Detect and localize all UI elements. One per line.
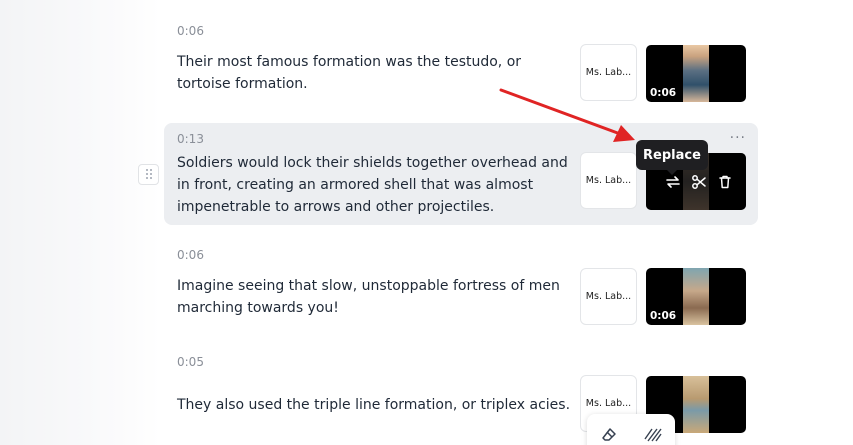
- thumbnail-image: [683, 376, 709, 433]
- replace-icon[interactable]: [664, 173, 682, 191]
- pattern-icon[interactable]: [644, 426, 662, 444]
- scene-duration: 0:06: [177, 24, 204, 38]
- more-options-button[interactable]: ···: [730, 130, 746, 146]
- drag-handle[interactable]: [138, 164, 159, 185]
- scene-thumbnail[interactable]: 0:06: [646, 45, 746, 102]
- clip-duration: 0:06: [650, 87, 677, 99]
- scene-text[interactable]: Soldiers would lock their shields togeth…: [177, 152, 577, 218]
- scene-thumbnail[interactable]: 0:06: [646, 268, 746, 325]
- scene-row-3[interactable]: 0:06 Imagine seeing that slow, unstoppab…: [164, 238, 758, 338]
- annotation-arrow: [499, 88, 635, 142]
- scene-text[interactable]: Imagine seeing that slow, unstoppable fo…: [177, 275, 577, 319]
- replace-tooltip: Replace: [636, 140, 708, 175]
- scene-duration: 0:06: [177, 248, 204, 262]
- scissors-icon[interactable]: [690, 173, 708, 191]
- trash-icon[interactable]: [716, 173, 734, 191]
- thumbnail-image: [683, 45, 709, 102]
- thumbnail-image: [683, 268, 709, 325]
- scene-duration: 0:05: [177, 355, 204, 369]
- eraser-icon[interactable]: [600, 426, 618, 444]
- clip-duration: 0:06: [650, 310, 677, 322]
- floating-toolbar: [587, 414, 675, 445]
- scene-row-1[interactable]: 0:06 Their most famous formation was the…: [164, 14, 758, 114]
- voice-selector[interactable]: Ms. Lab...: [580, 268, 637, 325]
- drag-handle-icon: [145, 165, 153, 184]
- voice-selector[interactable]: Ms. Lab...: [580, 152, 637, 209]
- scene-text[interactable]: They also used the triple line formation…: [177, 394, 577, 416]
- scene-duration: 0:13: [177, 132, 204, 146]
